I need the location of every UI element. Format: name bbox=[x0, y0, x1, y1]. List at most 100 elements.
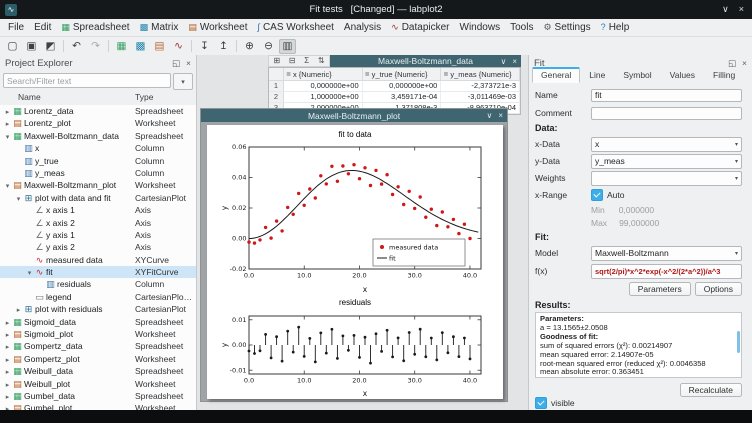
tree-row-weibull-data[interactable]: ▸▦Weibull_dataSpreadsheet bbox=[0, 365, 196, 377]
menu-cas-worksheet[interactable]: ∫CAS Worksheet bbox=[252, 21, 338, 34]
tree-row-fit[interactable]: ▾∿fitXYFitCurve bbox=[0, 266, 196, 278]
name-input[interactable] bbox=[591, 89, 742, 102]
worksheet-window-titlebar[interactable]: Maxwell-Boltzmann_plot ∨ × bbox=[201, 109, 507, 122]
tab-filling[interactable]: Filling bbox=[704, 68, 744, 83]
spreadsheet-cell[interactable]: 0,000000e+00 bbox=[363, 81, 442, 91]
visible-checkbox[interactable] bbox=[535, 397, 547, 409]
dock-close-icon[interactable]: × bbox=[186, 58, 191, 69]
auto-checkbox[interactable] bbox=[591, 189, 603, 201]
redo-icon[interactable]: ↷ bbox=[87, 39, 104, 54]
worksheet-page[interactable]: fit to data 0.010.020.030.040.0-0.020.00… bbox=[207, 125, 503, 399]
new-matrix-icon[interactable]: ▩ bbox=[132, 39, 149, 54]
menu-analysis[interactable]: Analysis bbox=[339, 21, 386, 34]
row-number[interactable]: 2 bbox=[269, 92, 284, 102]
new-project-icon[interactable]: ▢ bbox=[4, 39, 21, 54]
menu-worksheet[interactable]: ▤Worksheet bbox=[183, 21, 252, 34]
comment-input[interactable] bbox=[591, 107, 742, 120]
weights-select[interactable]: ▾ bbox=[591, 171, 742, 186]
row-number[interactable]: 1 bbox=[269, 81, 284, 91]
dock-float-icon[interactable]: ◱ bbox=[728, 58, 736, 69]
new-datapicker-icon[interactable]: ∿ bbox=[170, 39, 187, 54]
search-input[interactable] bbox=[3, 73, 171, 88]
toggle-spreadsheet-view-icon[interactable]: ▥ bbox=[279, 39, 296, 54]
column-header-type[interactable]: Type bbox=[135, 92, 153, 102]
window-titlebar[interactable]: ∿ Fit tests [Changed] — labplot2 ∨ × bbox=[0, 0, 752, 19]
options-button[interactable]: Options bbox=[695, 282, 742, 296]
dock-float-icon[interactable]: ◱ bbox=[172, 58, 180, 69]
new-worksheet-icon[interactable]: ▤ bbox=[151, 39, 168, 54]
subwindow-shade-icon[interactable]: ∨ bbox=[500, 57, 506, 66]
worksheet-viewport[interactable]: fit to data 0.010.020.030.040.0-0.020.00… bbox=[201, 122, 507, 401]
tree-row-y-axis-1[interactable]: ∠y axis 1Axis bbox=[0, 229, 196, 241]
menu-file[interactable]: File bbox=[3, 21, 29, 34]
spreadsheet-column-header[interactable]: ≣y_meas {Numeric} bbox=[441, 68, 520, 80]
undo-icon[interactable]: ↶ bbox=[68, 39, 85, 54]
tree-row-legend[interactable]: ▭legendCartesianPlotLegend bbox=[0, 291, 196, 303]
menu-tools[interactable]: Tools bbox=[505, 21, 538, 34]
zoom-out-icon[interactable]: ⊖ bbox=[260, 39, 277, 54]
tree-row-weibull-plot[interactable]: ▸▤Weibull_plotWorksheet bbox=[0, 378, 196, 390]
tree-row-lorentz-plot[interactable]: ▸▤Lorentz_plotWorksheet bbox=[0, 117, 196, 129]
y-data-select[interactable]: y_meas ▾ bbox=[591, 154, 742, 169]
new-spreadsheet-icon[interactable]: ▦ bbox=[113, 39, 130, 54]
spreadsheet-corner[interactable] bbox=[269, 68, 284, 80]
subwindow-close-icon[interactable]: × bbox=[512, 57, 517, 66]
tree-row-lorentz-data[interactable]: ▸▦Lorentz_dataSpreadsheet bbox=[0, 105, 196, 117]
fit-chart[interactable]: 0.010.020.030.040.0-0.020.000.020.040.06… bbox=[219, 142, 491, 294]
spreadsheet-column-header[interactable]: ≣y_true {Numeric} bbox=[363, 68, 442, 80]
tab-symbol[interactable]: Symbol bbox=[614, 68, 660, 83]
statistics-icon[interactable]: Σ bbox=[304, 56, 309, 66]
tab-general[interactable]: General bbox=[532, 67, 580, 83]
recalculate-button[interactable]: Recalculate bbox=[680, 383, 742, 397]
spreadsheet-cell[interactable]: 3,459171e-04 bbox=[363, 92, 442, 102]
parameters-button[interactable]: Parameters bbox=[629, 282, 691, 296]
menu-edit[interactable]: Edit bbox=[29, 21, 56, 34]
remove-row-icon[interactable]: ⊟ bbox=[289, 56, 296, 66]
tree-row-y-true[interactable]: ▥y_trueColumn bbox=[0, 155, 196, 167]
sort-icon[interactable]: ⇅ bbox=[318, 56, 325, 66]
spreadsheet-cell[interactable]: 1,000000e+00 bbox=[284, 92, 363, 102]
open-project-icon[interactable]: ▣ bbox=[23, 39, 40, 54]
column-header-name[interactable]: Name bbox=[18, 92, 41, 102]
tree-row-y-meas[interactable]: ▥y_measColumn bbox=[0, 167, 196, 179]
tree-row-maxwell-boltzmann-data[interactable]: ▾▦Maxwell-Boltzmann_dataSpreadsheet bbox=[0, 130, 196, 142]
results-scrollbar[interactable] bbox=[737, 331, 740, 353]
tree-row-maxwell-boltzmann-plot[interactable]: ▾▤Maxwell-Boltzmann_plotWorksheet bbox=[0, 179, 196, 191]
tree-row-gumbel-data[interactable]: ▸▦Gumbel_dataSpreadsheet bbox=[0, 390, 196, 402]
tree-row-plot-with-residuals[interactable]: ▸⊞plot with residualsCartesianPlot bbox=[0, 303, 196, 315]
x-data-select[interactable]: x ▾ bbox=[591, 137, 742, 152]
spreadsheet-cell[interactable]: -3,011469e-03 bbox=[441, 92, 520, 102]
tree-row-gumbel-plot[interactable]: ▸▤Gumbel_plotWorksheet bbox=[0, 402, 196, 410]
fit-results-box[interactable]: Parameters: a = 13.1565±2.0508 Goodness … bbox=[535, 312, 742, 378]
import-data-icon[interactable]: ↧ bbox=[196, 39, 213, 54]
tree-row-x[interactable]: ▥xColumn bbox=[0, 142, 196, 154]
window-close-icon[interactable]: × bbox=[739, 4, 744, 15]
tab-line[interactable]: Line bbox=[580, 68, 614, 83]
tree-column-headers[interactable]: Name Type bbox=[0, 91, 196, 106]
model-select[interactable]: Maxwell-Boltzmann ▾ bbox=[591, 246, 742, 261]
tree-row-plot-with-data-and-fit[interactable]: ▾⊞plot with data and fitCartesianPlot bbox=[0, 192, 196, 204]
spreadsheet-window-titlebar[interactable]: Maxwell-Boltzmann_data ∨ × bbox=[330, 55, 521, 67]
tree-row-gompertz-data[interactable]: ▸▦Gompertz_dataSpreadsheet bbox=[0, 340, 196, 352]
subwindow-close-icon[interactable]: × bbox=[498, 111, 503, 120]
tree-row-sigmoid-plot[interactable]: ▸▤Sigmoid_plotWorksheet bbox=[0, 328, 196, 340]
tab-values[interactable]: Values bbox=[661, 68, 704, 83]
menu-windows[interactable]: Windows bbox=[455, 21, 506, 34]
tree-row-residuals[interactable]: ▥residualsColumn bbox=[0, 278, 196, 290]
save-project-icon[interactable]: ◩ bbox=[42, 39, 59, 54]
export-data-icon[interactable]: ↥ bbox=[215, 39, 232, 54]
menu-help[interactable]: ?Help bbox=[596, 21, 635, 34]
residuals-chart[interactable]: 0.010.020.030.040.0-0.010.000.01xy bbox=[219, 312, 491, 398]
filter-options-button[interactable]: ▾ bbox=[173, 73, 193, 90]
tree-row-measured-data[interactable]: ∿measured dataXYCurve bbox=[0, 254, 196, 266]
formula-display[interactable]: sqrt(2/pi)*x^2*exp(-x^2/(2*a^2))/a^3 bbox=[591, 264, 742, 279]
tree-row-x-axis-1[interactable]: ∠x axis 1Axis bbox=[0, 204, 196, 216]
spreadsheet-cell[interactable]: -2,373721e-3 bbox=[441, 81, 520, 91]
spreadsheet-column-header[interactable]: ≣x {Numeric} bbox=[284, 68, 363, 80]
tree-row-x-axis-2[interactable]: ∠x axis 2Axis bbox=[0, 217, 196, 229]
menu-matrix[interactable]: ▩Matrix bbox=[135, 21, 184, 34]
subwindow-shade-icon[interactable]: ∨ bbox=[486, 111, 492, 120]
menu-spreadsheet[interactable]: ▦Spreadsheet bbox=[56, 21, 134, 34]
menu-datapicker[interactable]: ∿Datapicker bbox=[386, 21, 454, 34]
spreadsheet-cell[interactable]: 0,000000e+00 bbox=[284, 81, 363, 91]
